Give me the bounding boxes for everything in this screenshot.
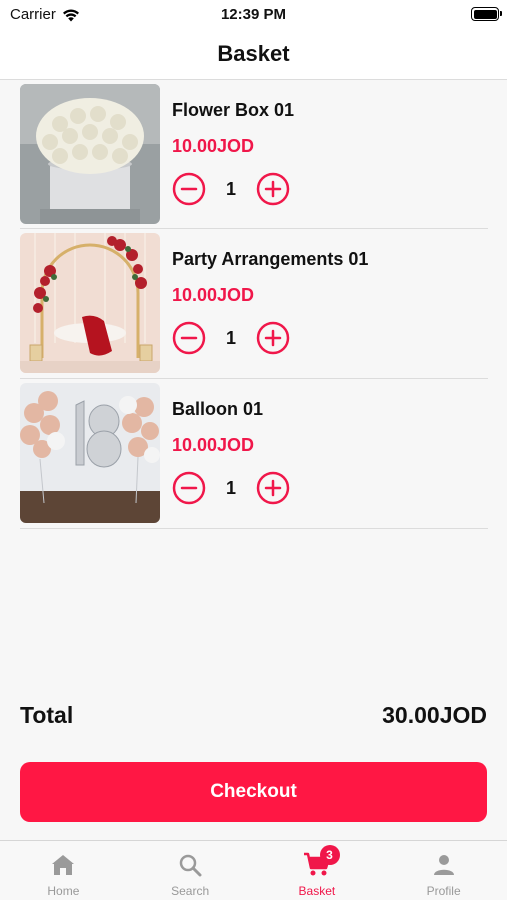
tab-basket[interactable]: 3 Basket: [254, 841, 381, 900]
status-bar: Carrier 12:39 PM: [0, 0, 507, 28]
increase-quantity-button[interactable]: [256, 321, 290, 355]
nav-header: Basket: [0, 28, 507, 80]
plus-circle-icon: [256, 321, 290, 355]
basket-item-list: Flower Box 01 10.00JOD 1 Party Arrangeme…: [20, 80, 488, 529]
home-icon: [52, 855, 75, 875]
tab-bar: Home Search 3 Basket Profile: [0, 840, 507, 900]
cart-count-badge: 3: [319, 845, 340, 865]
plus-circle-icon: [256, 471, 290, 505]
person-icon: [433, 855, 454, 875]
basket-item: Party Arrangements 01 10.00JOD 1: [20, 229, 488, 379]
item-image-balloon: [20, 383, 160, 523]
tab-search-label: Search: [171, 884, 210, 898]
increase-quantity-button[interactable]: [256, 471, 290, 505]
tab-profile-label: Profile: [426, 884, 461, 898]
status-time: 12:39 PM: [220, 6, 287, 23]
search-icon: [179, 854, 202, 877]
tab-home-label: Home: [47, 884, 80, 898]
quantity-stepper: 1: [172, 172, 290, 206]
decrease-quantity-button[interactable]: [172, 172, 206, 206]
page-title: Basket: [217, 40, 290, 66]
minus-circle-icon: [172, 172, 206, 206]
basket-item: Flower Box 01 10.00JOD 1: [20, 80, 488, 229]
tab-profile[interactable]: Profile: [380, 841, 507, 900]
battery-icon: [471, 7, 502, 21]
minus-circle-icon: [172, 321, 206, 355]
tab-home[interactable]: Home: [0, 841, 127, 900]
item-price: 10.00JOD: [172, 435, 255, 455]
tab-search[interactable]: Search: [127, 841, 254, 900]
item-image-flower-box: [20, 84, 160, 224]
item-price: 10.00JOD: [172, 285, 255, 305]
checkout-button[interactable]: Checkout: [20, 762, 487, 822]
item-price: 10.00JOD: [172, 136, 255, 156]
quantity-value: 1: [225, 178, 236, 199]
minus-circle-icon: [172, 471, 206, 505]
increase-quantity-button[interactable]: [256, 172, 290, 206]
total-label: Total: [20, 702, 74, 728]
item-name: Flower Box 01: [172, 100, 295, 120]
item-name: Party Arrangements 01: [172, 249, 369, 269]
quantity-value: 1: [225, 477, 236, 498]
quantity-value: 1: [225, 327, 236, 348]
item-name: Balloon 01: [172, 399, 264, 419]
plus-circle-icon: [256, 172, 290, 206]
decrease-quantity-button[interactable]: [172, 471, 206, 505]
basket-item: Balloon 01 10.00JOD 1: [20, 379, 488, 529]
quantity-stepper: 1: [172, 321, 290, 355]
decrease-quantity-button[interactable]: [172, 321, 206, 355]
item-image-party-arrangement: [20, 233, 160, 373]
total-row: Total 30.00JOD: [20, 702, 487, 729]
tab-basket-label: Basket: [298, 884, 336, 898]
quantity-stepper: 1: [172, 471, 290, 505]
total-value: 30.00JOD: [382, 702, 487, 728]
